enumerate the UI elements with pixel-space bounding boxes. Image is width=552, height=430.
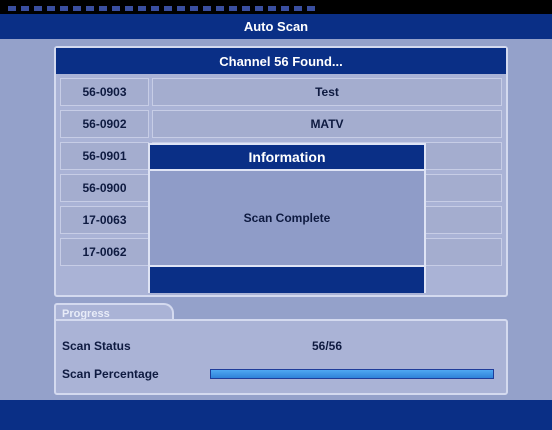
tv-screen: Auto Scan Channel 56 Found... 56-0903 Te… bbox=[0, 0, 552, 430]
information-dialog[interactable]: Information Scan Complete bbox=[148, 143, 426, 293]
dialog-body: Scan Complete bbox=[150, 171, 424, 265]
scan-status-label: Scan Status bbox=[62, 339, 131, 353]
scan-percentage-label: Scan Percentage bbox=[62, 367, 159, 381]
top-dashes bbox=[8, 6, 318, 11]
progress-panel: Scan Status 56/56 Scan Percentage bbox=[54, 319, 508, 395]
channel-row[interactable]: 56-0903 Test bbox=[58, 78, 504, 106]
channel-number: 17-0063 bbox=[60, 206, 149, 234]
channel-row[interactable]: 56-0902 MATV bbox=[58, 110, 504, 138]
channel-number: 56-0902 bbox=[60, 110, 149, 138]
channel-number: 56-0900 bbox=[60, 174, 149, 202]
channel-number: 17-0062 bbox=[60, 238, 149, 266]
channel-name: MATV bbox=[152, 110, 502, 138]
channel-number: 56-0903 bbox=[60, 78, 149, 106]
channel-name: Test bbox=[152, 78, 502, 106]
dialog-footer bbox=[150, 265, 424, 293]
scan-status-value: 56/56 bbox=[312, 339, 343, 353]
bottom-bar bbox=[0, 400, 552, 430]
dialog-message: Scan Complete bbox=[243, 211, 331, 225]
channel-found-text: Channel 56 Found... bbox=[219, 53, 343, 69]
scan-progress-bar bbox=[210, 369, 494, 379]
channel-number: 56-0901 bbox=[60, 142, 149, 170]
dialog-title: Information bbox=[150, 145, 424, 171]
header-title-bar: Auto Scan bbox=[0, 14, 552, 39]
scan-progress-fill bbox=[211, 370, 493, 378]
channel-found-bar: Channel 56 Found... bbox=[56, 48, 506, 74]
top-band bbox=[0, 0, 552, 14]
header-title: Auto Scan bbox=[243, 19, 309, 34]
